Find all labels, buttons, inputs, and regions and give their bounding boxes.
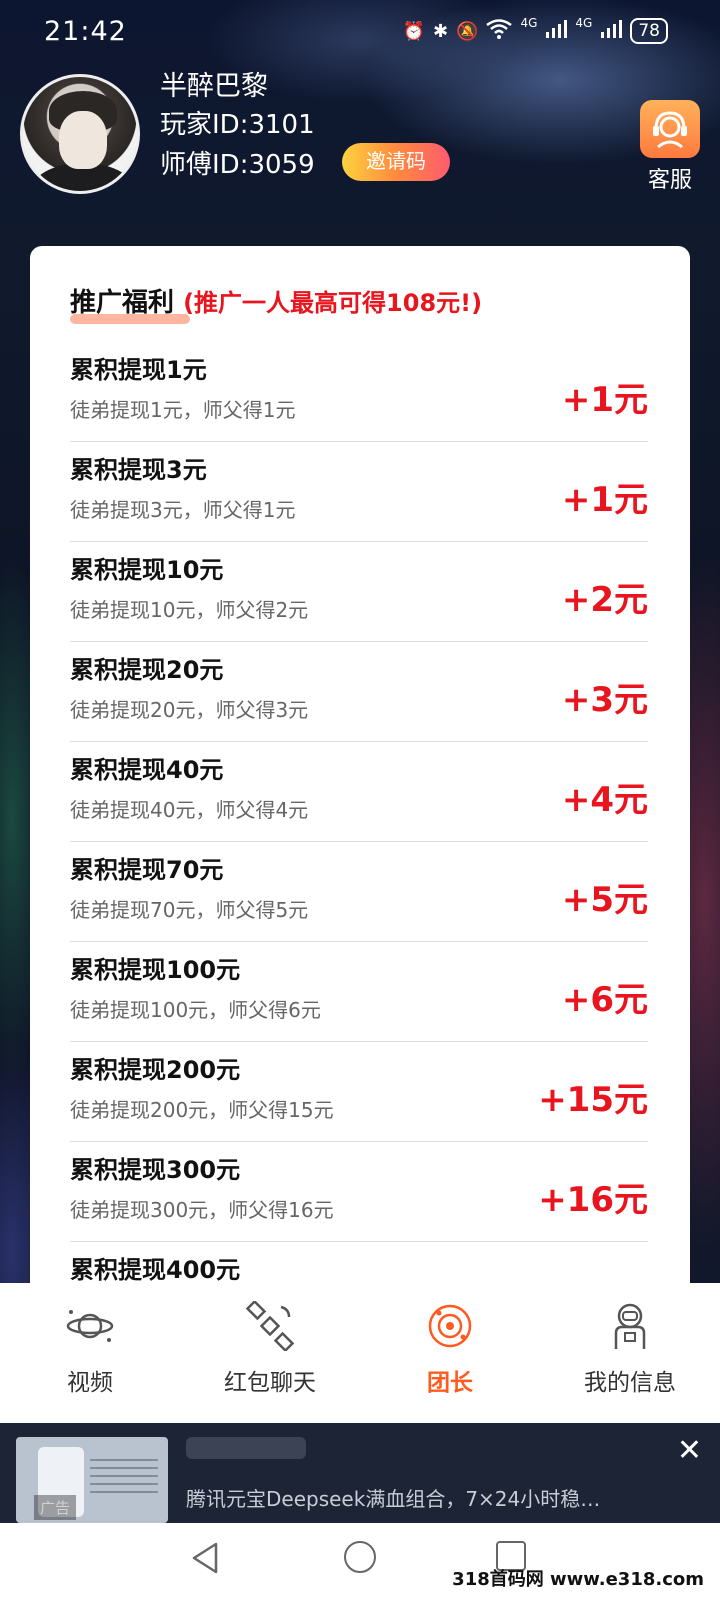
reward-amount: +15元 [538,1080,648,1120]
reward-title: 累积提现40元 [70,756,224,784]
back-icon[interactable] [190,1541,220,1579]
promo-card: 推广福利 (推广一人最高可得108元!) 累积提现1元 徒弟提现1元，师父得1元… [30,246,690,1396]
reward-amount: +2元 [561,580,648,620]
mute-icon: 🔕 [456,20,479,42]
tab-video[interactable]: 视频 [0,1283,180,1423]
ad-banner[interactable]: 广告 腾讯元宝Deepseek满血组合，7×24小时稳… ✕ [0,1423,720,1523]
promo-subtitle: (推广一人最高可得108元!) [183,289,483,317]
galaxy-icon [425,1301,475,1351]
reward-detail: 徒弟提现70元，师父得5元 [70,898,309,922]
reward-row: 累积提现3元 徒弟提现3元，师父得1元 +1元 [70,442,648,542]
reward-row: 累积提现70元 徒弟提现70元，师父得5元 +5元 [70,842,648,942]
reward-row: 累积提现300元 徒弟提现300元，师父得16元 +16元 [70,1142,648,1242]
reward-amount: +16元 [538,1180,648,1220]
tab-leader[interactable]: 团长 [360,1283,540,1423]
home-icon[interactable] [344,1541,376,1573]
status-icons: ⏰ ✱ 🔕 4G 4G 78 [402,16,668,44]
reward-detail: 徒弟提现40元，师父得4元 [70,798,309,822]
reward-row: 累积提现200元 徒弟提现200元，师父得15元 +15元 [70,1042,648,1142]
reward-row: 累积提现1元 徒弟提现1元，师父得1元 +1元 [70,342,648,442]
reward-detail: 徒弟提现200元，师父得15元 [70,1098,334,1122]
satellite-icon [245,1301,295,1351]
battery-indicator: 78 [630,18,668,44]
reward-detail: 徒弟提现300元，师父得16元 [70,1198,334,1222]
reward-title: 累积提现300元 [70,1156,241,1184]
tab-video-label: 视频 [67,1370,113,1396]
reward-amount: +3元 [561,680,648,720]
headset-icon [640,100,700,158]
signal-icon: 4G [520,16,538,30]
astronaut-icon [605,1301,655,1351]
user-nickname: 半醉巴黎 [160,71,268,102]
reward-title: 累积提现10元 [70,556,224,584]
tab-leader-label: 团长 [427,1370,473,1396]
reward-row: 累积提现10元 徒弟提现10元，师父得2元 +2元 [70,542,648,642]
watermark: 318首码网 www.e318.com [452,1569,704,1590]
customer-service-button[interactable]: 客服 [638,100,702,194]
avatar[interactable] [20,74,140,194]
reward-detail: 徒弟提现100元，师父得6元 [70,998,321,1022]
tab-my-info-label: 我的信息 [584,1370,676,1396]
reward-detail: 徒弟提现3元，师父得1元 [70,498,296,522]
signal-bars-icon [545,19,568,44]
ad-thumbnail-text [90,1459,158,1499]
reward-title: 累积提现1元 [70,356,207,384]
system-nav-bar: 318首码网 www.e318.com [0,1523,720,1600]
tab-redpacket-chat-label: 红包聊天 [224,1370,316,1396]
master-id: 师傅ID:3059 [160,150,315,180]
bottom-nav: 视频 红包聊天 团长 我的信息 [0,1283,720,1423]
tab-my-info[interactable]: 我的信息 [540,1283,720,1423]
avatar-face [59,111,107,169]
signal-icon-2: 4G [575,16,593,30]
planet-icon [65,1301,115,1351]
reward-title: 累积提现20元 [70,656,224,684]
ad-description[interactable]: 腾讯元宝Deepseek满血组合，7×24小时稳… [186,1483,600,1512]
reward-detail: 徒弟提现10元，师父得2元 [70,598,309,622]
reward-title: 累积提现3元 [70,456,207,484]
signal-bars-icon-2 [600,19,623,44]
ad-title-placeholder [186,1437,306,1459]
reward-title: 累积提现100元 [70,956,241,984]
wifi-icon [486,18,513,44]
tab-redpacket-chat[interactable]: 红包聊天 [180,1283,360,1423]
bluetooth-icon: ✱ [432,20,449,42]
alarm-icon: ⏰ [402,20,425,42]
reward-row: 累积提现40元 徒弟提现40元，师父得4元 +4元 [70,742,648,842]
status-time: 21:42 [44,16,127,47]
reward-amount: +5元 [561,880,648,920]
reward-amount: +1元 [561,480,648,520]
promo-header: 推广福利 (推广一人最高可得108元!) [70,282,483,324]
reward-row: 累积提现20元 徒弟提现20元，师父得3元 +3元 [70,642,648,742]
player-id: 玩家ID:3101 [160,110,315,140]
reward-amount: +4元 [561,780,648,820]
reward-title: 累积提现70元 [70,856,224,884]
reward-row: 累积提现100元 徒弟提现100元，师父得6元 +6元 [70,942,648,1042]
invite-code-button[interactable]: 邀请码 [342,143,450,181]
close-icon[interactable]: ✕ [677,1433,702,1468]
reward-title: 累积提现400元 [70,1256,241,1284]
reward-amount: +6元 [561,980,648,1020]
reward-detail: 徒弟提现20元，师父得3元 [70,698,309,722]
reward-detail: 徒弟提现1元，师父得1元 [70,398,296,422]
reward-list: 累积提现1元 徒弟提现1元，师父得1元 +1元 累积提现3元 徒弟提现3元，师父… [70,342,648,1342]
service-label: 客服 [647,168,692,193]
status-bar: 21:42 ⏰ ✱ 🔕 4G 4G 78 [0,0,720,66]
reward-amount: +1元 [561,380,648,420]
promo-title: 推广福利 [70,288,175,318]
reward-title: 累积提现200元 [70,1056,241,1084]
ad-label: 广告 [34,1495,77,1520]
